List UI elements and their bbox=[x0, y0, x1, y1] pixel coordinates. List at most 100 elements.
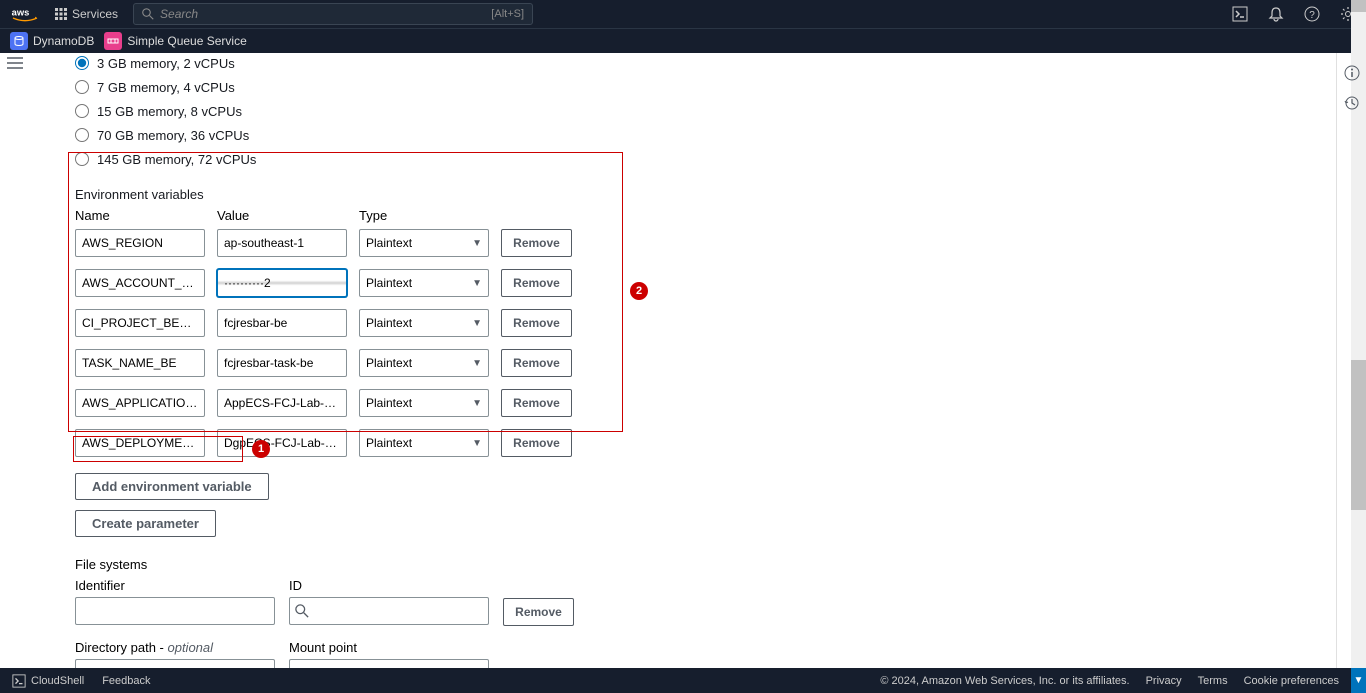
memory-option-4[interactable]: 145 GB memory, 72 vCPUs bbox=[75, 149, 658, 169]
right-icon-rail bbox=[1336, 53, 1366, 668]
terms-link[interactable]: Terms bbox=[1198, 675, 1228, 687]
env-value-input[interactable] bbox=[217, 269, 347, 297]
env-header-type: Type bbox=[359, 208, 489, 223]
env-value-input[interactable] bbox=[217, 429, 347, 457]
memory-radio[interactable] bbox=[75, 152, 89, 166]
dynamodb-icon bbox=[10, 32, 28, 50]
footer: CloudShell Feedback © 2024, Amazon Web S… bbox=[0, 668, 1351, 693]
memory-radio[interactable] bbox=[75, 104, 89, 118]
env-type-select[interactable]: Plaintext▼ bbox=[359, 269, 489, 297]
chevron-down-icon: ▼ bbox=[472, 318, 482, 329]
terminal-icon bbox=[12, 674, 26, 688]
search-input[interactable]: Search [Alt+S] bbox=[133, 3, 533, 25]
env-name-input[interactable] bbox=[75, 229, 205, 257]
main-content: 3 GB memory, 2 vCPUs 7 GB memory, 4 vCPUs… bbox=[30, 53, 1321, 668]
env-remove-button[interactable]: Remove bbox=[501, 309, 572, 337]
env-name-input[interactable] bbox=[75, 429, 205, 457]
env-type-select[interactable]: Plaintext ▼ bbox=[359, 229, 489, 257]
memory-radio[interactable] bbox=[75, 80, 89, 94]
env-remove-button[interactable]: Remove bbox=[501, 229, 572, 257]
fs-id-label: ID bbox=[289, 578, 489, 593]
notifications-icon[interactable] bbox=[1268, 6, 1284, 22]
env-value-input[interactable] bbox=[217, 389, 347, 417]
create-parameter-button[interactable]: Create parameter bbox=[75, 510, 216, 537]
dynamodb-label: DynamoDB bbox=[33, 34, 94, 48]
fs-identifier-input[interactable] bbox=[75, 597, 275, 625]
env-type-label: Plaintext bbox=[366, 396, 412, 410]
memory-option-0[interactable]: 3 GB memory, 2 vCPUs bbox=[75, 53, 658, 73]
search-placeholder: Search bbox=[160, 7, 198, 21]
memory-option-3[interactable]: 70 GB memory, 36 vCPUs bbox=[75, 125, 658, 145]
env-type-select[interactable]: Plaintext ▼ bbox=[359, 349, 489, 377]
memory-option-label: 3 GB memory, 2 vCPUs bbox=[97, 56, 235, 71]
footer-expand-arrow[interactable]: ▼ bbox=[1351, 668, 1366, 693]
env-section-label: Environment variables bbox=[75, 187, 658, 202]
chevron-down-icon: ▼ bbox=[472, 438, 482, 449]
env-value-input[interactable] bbox=[217, 349, 347, 377]
scroll-thumb-top[interactable] bbox=[1351, 0, 1366, 12]
fs-mount-input[interactable] bbox=[289, 659, 489, 668]
svg-text:aws: aws bbox=[12, 7, 30, 17]
env-name-input[interactable] bbox=[75, 269, 205, 297]
chevron-down-icon: ▼ bbox=[472, 358, 482, 369]
memory-radio[interactable] bbox=[75, 56, 89, 70]
fs-remove-button[interactable]: Remove bbox=[503, 598, 574, 626]
memory-option-label: 7 GB memory, 4 vCPUs bbox=[97, 80, 235, 95]
service-dynamodb[interactable]: DynamoDB bbox=[10, 32, 94, 50]
env-row-4: Plaintext ▼ Remove bbox=[75, 389, 658, 417]
fs-section-label: File systems bbox=[75, 557, 658, 572]
env-variables-section: Environment variables Name Value Type Pl… bbox=[75, 187, 658, 537]
add-env-var-button[interactable]: Add environment variable bbox=[75, 473, 269, 500]
env-value-input[interactable] bbox=[217, 309, 347, 337]
sqs-icon bbox=[104, 32, 122, 50]
memory-option-label: 145 GB memory, 72 vCPUs bbox=[97, 152, 256, 167]
file-systems-section: File systems Identifier ID Remove Direct… bbox=[75, 557, 658, 668]
aws-logo[interactable]: aws bbox=[10, 6, 40, 22]
service-bar: DynamoDB Simple Queue Service bbox=[0, 28, 1366, 53]
help-icon[interactable]: ? bbox=[1304, 6, 1320, 22]
env-type-select[interactable]: Plaintext▼ bbox=[359, 309, 489, 337]
env-name-input[interactable] bbox=[75, 389, 205, 417]
search-shortcut: [Alt+S] bbox=[491, 8, 524, 20]
cloudshell-button[interactable]: CloudShell bbox=[12, 674, 84, 688]
fs-id-input[interactable] bbox=[289, 597, 489, 625]
env-name-input[interactable] bbox=[75, 349, 205, 377]
grid-icon bbox=[55, 8, 67, 20]
feedback-link[interactable]: Feedback bbox=[102, 675, 150, 687]
fs-dir-label: Directory path - optional bbox=[75, 640, 275, 655]
hamburger-menu[interactable] bbox=[0, 53, 30, 73]
cloudshell-label: CloudShell bbox=[31, 675, 84, 687]
memory-options: 3 GB memory, 2 vCPUs 7 GB memory, 4 vCPUs… bbox=[75, 53, 658, 169]
memory-radio[interactable] bbox=[75, 128, 89, 142]
env-value-input[interactable] bbox=[217, 229, 347, 257]
chevron-down-icon: ▼ bbox=[472, 398, 482, 409]
sqs-label: Simple Queue Service bbox=[127, 34, 246, 48]
fs-dir-input[interactable] bbox=[75, 659, 275, 668]
env-type-label: Plaintext bbox=[366, 356, 412, 370]
env-type-label: Plaintext bbox=[366, 236, 412, 250]
fs-identifier-label: Identifier bbox=[75, 578, 275, 593]
env-remove-button[interactable]: Remove bbox=[501, 429, 572, 457]
cloudshell-icon[interactable] bbox=[1232, 6, 1248, 22]
privacy-link[interactable]: Privacy bbox=[1146, 675, 1182, 687]
chevron-down-icon: ▼ bbox=[472, 238, 482, 249]
env-type-label: Plaintext bbox=[366, 436, 412, 450]
env-type-select[interactable]: Plaintext ▼ bbox=[359, 429, 489, 457]
env-row-2: Plaintext▼ Remove bbox=[75, 309, 658, 337]
env-remove-button[interactable]: Remove bbox=[501, 269, 572, 297]
env-remove-button[interactable]: Remove bbox=[501, 389, 572, 417]
env-row-0: Plaintext ▼ Remove bbox=[75, 229, 658, 257]
svg-text:?: ? bbox=[1309, 10, 1315, 21]
history-icon[interactable] bbox=[1344, 95, 1360, 111]
services-menu[interactable]: Services bbox=[55, 7, 118, 21]
cookies-link[interactable]: Cookie preferences bbox=[1244, 675, 1339, 687]
service-sqs[interactable]: Simple Queue Service bbox=[104, 32, 246, 50]
memory-option-1[interactable]: 7 GB memory, 4 vCPUs bbox=[75, 77, 658, 97]
env-type-select[interactable]: Plaintext ▼ bbox=[359, 389, 489, 417]
info-icon[interactable] bbox=[1344, 65, 1360, 81]
copyright-text: © 2024, Amazon Web Services, Inc. or its… bbox=[880, 675, 1129, 687]
env-remove-button[interactable]: Remove bbox=[501, 349, 572, 377]
env-row-5: Plaintext ▼ Remove bbox=[75, 429, 658, 457]
memory-option-2[interactable]: 15 GB memory, 8 vCPUs bbox=[75, 101, 658, 121]
env-name-input[interactable] bbox=[75, 309, 205, 337]
